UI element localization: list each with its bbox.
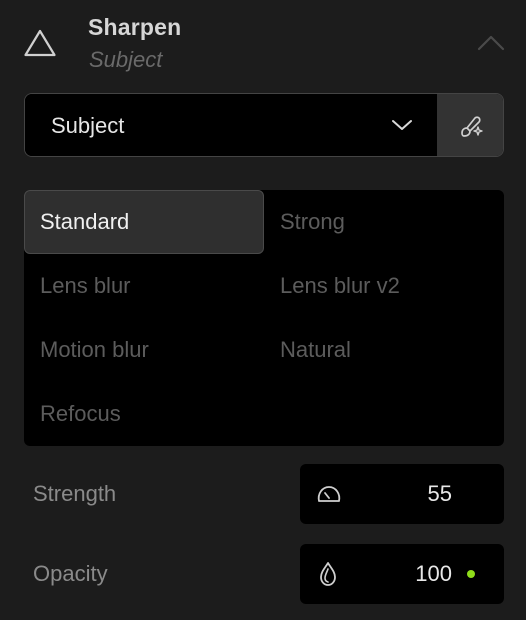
model-option-motion-blur[interactable]: Motion blur	[24, 318, 264, 382]
subject-dropdown[interactable]: Subject	[25, 94, 437, 156]
model-option-label: Refocus	[40, 401, 121, 426]
model-option-refocus[interactable]: Refocus	[24, 382, 264, 446]
strength-slider[interactable]: 55	[300, 464, 504, 524]
model-option-lens-blur[interactable]: Lens blur	[24, 254, 264, 318]
subject-select-row: Subject	[24, 93, 504, 157]
sharpen-panel: Sharpen Subject Subject Standard Strong …	[0, 0, 526, 620]
active-indicator-dot	[467, 570, 475, 578]
model-option-label: Natural	[280, 337, 351, 362]
model-option-label: Standard	[40, 209, 130, 234]
subject-dropdown-value: Subject	[51, 113, 125, 138]
triangle-icon	[23, 28, 57, 58]
chevron-up-icon[interactable]	[475, 30, 507, 56]
model-option-label: Motion blur	[40, 337, 149, 362]
panel-subtitle: Subject	[89, 47, 163, 72]
strength-value: 55	[427, 481, 452, 506]
panel-title: Sharpen	[88, 14, 182, 40]
model-option-lens-blur-v2[interactable]: Lens blur v2	[264, 254, 504, 318]
model-option-label: Strong	[280, 209, 345, 234]
strength-label: Strength	[33, 481, 117, 506]
model-option-label: Lens blur	[40, 273, 131, 298]
drop-icon	[317, 560, 339, 593]
model-option-label: Lens blur v2	[280, 273, 400, 298]
model-option-natural[interactable]: Natural	[264, 318, 504, 382]
mask-tool-button[interactable]	[437, 94, 503, 156]
model-options-grid: Standard Strong Lens blur Lens blur v2 M…	[24, 190, 504, 446]
model-option-standard[interactable]: Standard	[24, 190, 264, 254]
opacity-value: 100	[415, 561, 452, 586]
gauge-icon	[316, 482, 342, 511]
opacity-label: Opacity	[33, 561, 108, 586]
model-option-strong[interactable]: Strong	[264, 190, 504, 254]
opacity-slider[interactable]: 100	[300, 544, 504, 604]
chevron-down-icon	[391, 118, 413, 132]
panel-header[interactable]: Sharpen Subject	[0, 0, 526, 84]
